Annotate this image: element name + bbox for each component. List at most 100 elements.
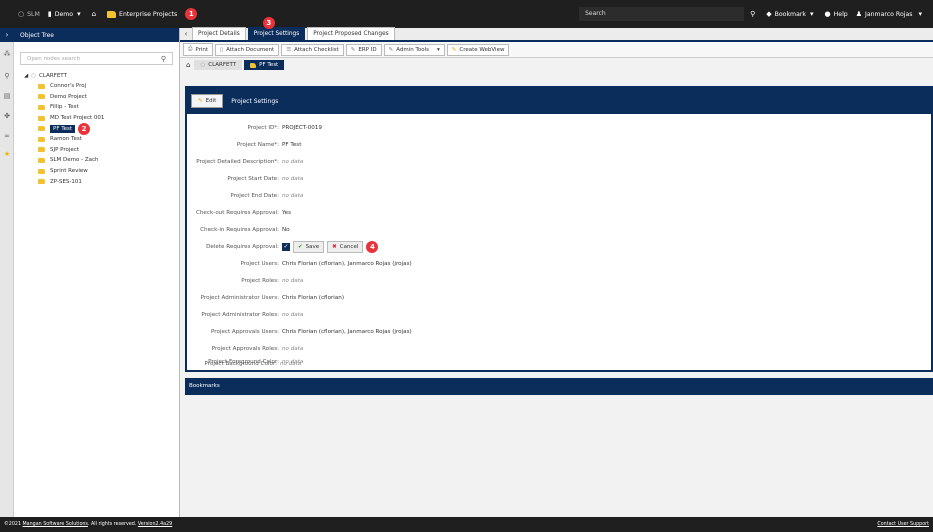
user-icon: ♟ [855, 10, 863, 18]
circle-icon: ○ [31, 73, 37, 79]
field-row: Project Name*: PF Test [236, 141, 302, 148]
tag-icon: ◆ [766, 10, 772, 18]
tree-item[interactable]: Fillip - Test [14, 102, 179, 113]
tab-project-details[interactable]: Project Details [192, 27, 246, 40]
print-icon: ⎙ [188, 46, 193, 52]
field-row: Project Background Color: no data [204, 360, 302, 367]
folder-icon [38, 115, 45, 121]
circle-icon: ○ [18, 10, 25, 18]
caret-down-icon: ▾ [810, 10, 814, 18]
book-icon: ▮ [47, 10, 52, 18]
step-badge-3: 3 [262, 17, 275, 29]
edit-button[interactable]: ✎ Edit [191, 94, 224, 108]
version-link[interactable]: Version2.4a29 [138, 522, 172, 527]
create-webview-button[interactable]: ✎ Create WebView [446, 43, 510, 56]
document-icon: ▯ [220, 46, 224, 53]
field-row: Project Roles: no data [241, 277, 304, 284]
tree-item[interactable]: Connor's Proj [14, 81, 179, 92]
step-badge-2: 2 [78, 122, 91, 135]
bookmark-menu[interactable]: ◆ Bookmark ▾ [766, 10, 816, 18]
tree-item-selected[interactable]: PF Test 2 [14, 122, 179, 135]
hierarchy-icon[interactable]: ⁂ [0, 50, 14, 58]
help-link[interactable]: ● Help [825, 10, 848, 18]
field-row: Check-in Requires Approval: No [200, 226, 290, 233]
caret-down-icon: ▾ [918, 10, 922, 18]
folder-icon [38, 126, 45, 132]
field-row: Project Approvals Users: Chris Florian (c… [211, 328, 412, 335]
search-icon[interactable]: ⚲ [0, 72, 14, 80]
crumb-current[interactable]: PF Test [244, 60, 285, 70]
search-button[interactable]: ⚲ [750, 10, 758, 18]
search-icon: ⚲ [160, 54, 166, 63]
field-row: Project ID*: PROJECT-0019 [247, 124, 322, 131]
wrench-icon: ✎ [388, 46, 394, 53]
home-button[interactable]: ⌂ [92, 10, 99, 18]
home-icon[interactable]: ⌂ [186, 61, 190, 69]
tree-item[interactable]: Sprint Review [14, 166, 179, 177]
tabs-back-button[interactable]: ‹ [180, 28, 192, 40]
company-link[interactable]: Mangan Software Solutions [23, 522, 88, 527]
object-tree-panel: Object Tree Open nodes search ⚲ ◢ ○ CLARFET… [14, 28, 180, 517]
tree-search-input[interactable]: Open nodes search ⚲ [20, 52, 173, 65]
user-menu[interactable]: ♟ Janmarco Rojas ▾ [856, 10, 925, 18]
main-content: ‹ Project Details Project Settings 3 Proj… [180, 17, 933, 517]
bookmarks-panel[interactable]: Bookmarks [185, 378, 933, 395]
chevron-right-icon[interactable]: › [0, 28, 14, 42]
folder-icon [250, 62, 257, 68]
field-row: Project Administrator Roles: no data [201, 311, 304, 318]
field-row-delete-approval: Delete Requires Approval: ✓ ✔ Save ✖ Cance… [187, 240, 907, 253]
print-button[interactable]: ⎙ Print [183, 43, 214, 56]
close-icon: ✖ [332, 243, 337, 250]
breadcrumb-enterprise[interactable]: Enterprise Projects [107, 10, 177, 18]
admin-tools-button[interactable]: ✎ Admin Tools ▾ [383, 43, 445, 56]
tree-item[interactable]: ZP-SES-101 [14, 176, 179, 187]
tree-item[interactable]: SJP Project [14, 145, 179, 156]
star-icon[interactable]: ★ [0, 150, 14, 158]
tree-header: Object Tree [14, 28, 179, 42]
panel-header: ✎ Edit Project Settings [187, 88, 931, 114]
field-row: Project End Date: no data [230, 192, 304, 199]
check-icon: ✔ [298, 243, 303, 250]
document-icon[interactable]: ▤ [0, 92, 14, 100]
step-badge-4: 4 [366, 240, 379, 253]
expand-icon: ◢ [24, 73, 29, 79]
folder-icon [38, 83, 45, 89]
breadcrumb: ⌂ ○ CLARFETT PF Test [180, 58, 933, 72]
pencil-icon: ✎ [350, 46, 356, 53]
top-bar: ○ SLM ▮ Demo ▾ ⌂ Enterprise Projects 1 Sear… [0, 0, 933, 28]
attach-document-button[interactable]: ▯ Attach Document [215, 43, 280, 56]
erp-id-button[interactable]: ✎ ERP ID [345, 43, 382, 56]
delete-approval-checkbox[interactable]: ✓ [282, 242, 290, 251]
pencil-icon: ✎ [198, 98, 203, 104]
network-icon[interactable]: ✤ [0, 112, 14, 120]
panel-title: Project Settings [231, 97, 279, 105]
footer: ©2021 Mangan Software Solutions. All rig… [0, 517, 933, 532]
tree-item[interactable]: Demo Project [14, 92, 179, 103]
tree-item[interactable]: SLM Demo - Zach [14, 155, 179, 166]
workspace-menu[interactable]: ▮ Demo ▾ [48, 10, 84, 18]
pencil-icon: ✎ [451, 46, 457, 53]
tree-item[interactable]: MD Test Project 001 [14, 113, 179, 124]
search-input[interactable]: Search [579, 7, 745, 21]
slm-menu[interactable]: ○ SLM [18, 10, 40, 18]
cancel-button[interactable]: ✖ Cancel [327, 240, 364, 253]
crumb-root[interactable]: ○ CLARFETT [194, 60, 243, 70]
step-badge-1: 1 [185, 8, 198, 20]
folder-icon [38, 157, 45, 163]
tab-project-settings[interactable]: Project Settings 3 [247, 17, 306, 40]
field-row: Project Users: Chris Florian (cflorian), … [240, 260, 412, 267]
tab-proposed-changes[interactable]: Project Proposed Changes [307, 27, 395, 40]
project-settings-panel: ✎ Edit Project Settings Project ID*: PROJE… [185, 86, 933, 372]
contact-support-link[interactable]: Contact User Support [877, 522, 929, 527]
folder-icon [38, 136, 45, 142]
attach-checklist-button[interactable]: ☰ Attach Checklist [281, 43, 344, 56]
left-rail: › ⁂ ⚲ ▤ ✤ ∞ ★ [0, 28, 14, 517]
toolbar: ⎙ Print ▯ Attach Document ☰ Attach Checklis… [180, 42, 933, 58]
link-icon[interactable]: ∞ [0, 132, 14, 140]
folder-icon [38, 147, 45, 153]
tree-item[interactable]: Ramon Test [14, 134, 179, 145]
tree-root[interactable]: ◢ ○ CLARFETT [14, 71, 179, 81]
field-row: Project Administrator Users: Chris Floria… [200, 294, 345, 301]
caret-down-icon: ▾ [77, 10, 81, 18]
save-button[interactable]: ✔ Save [293, 240, 325, 253]
